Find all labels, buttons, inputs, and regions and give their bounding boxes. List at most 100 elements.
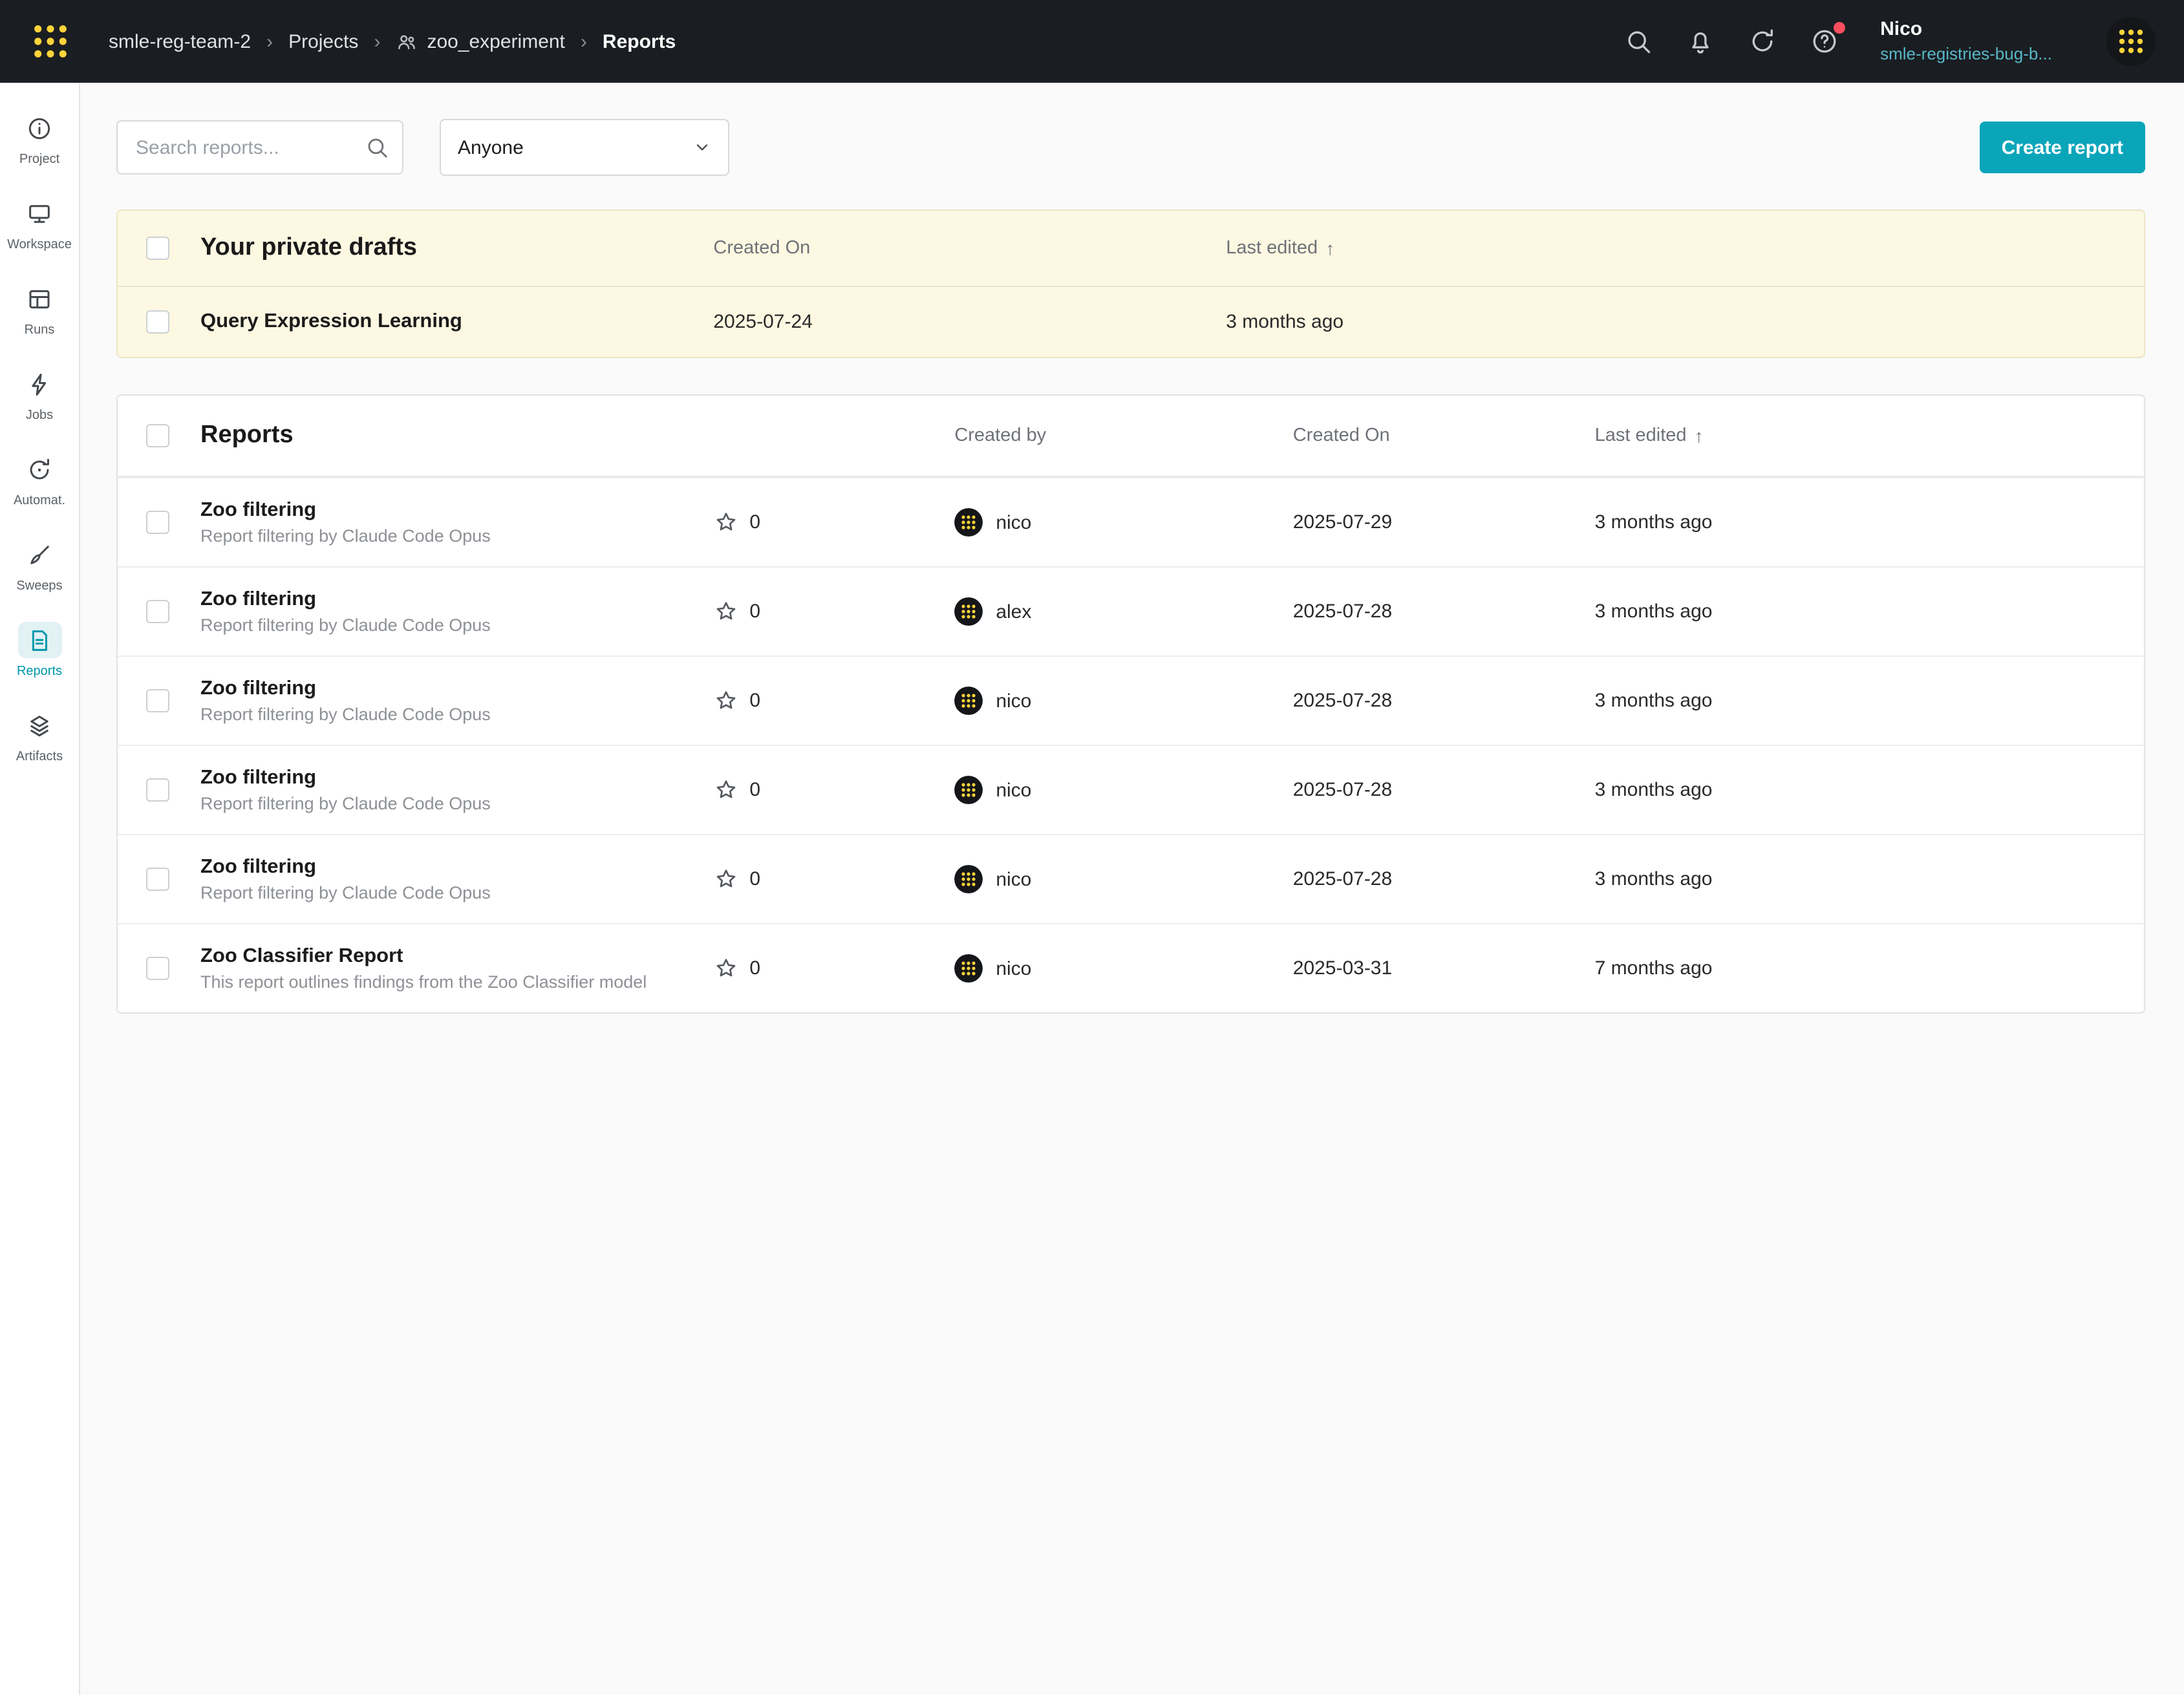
report-created-on: 2025-07-28	[1293, 779, 1392, 801]
topbar-actions: Nico smle-registries-bug-b...	[1624, 17, 2156, 66]
app-root: smle-reg-team-2 › Projects › zoo_experim…	[0, 0, 2184, 1695]
report-title[interactable]: Zoo filtering	[200, 856, 316, 878]
report-author[interactable]: nico	[954, 508, 1031, 537]
report-title[interactable]: Zoo filtering	[200, 499, 316, 521]
breadcrumb-team[interactable]: smle-reg-team-2	[109, 30, 251, 52]
report-last-edited: 3 months ago	[1595, 779, 1713, 801]
sidebar-item-sweeps[interactable]: Sweeps	[0, 522, 79, 608]
author-filter-dropdown[interactable]: Anyone	[440, 119, 729, 176]
report-last-edited: 3 months ago	[1595, 601, 1713, 623]
report-row[interactable]: Zoo filtering Report filtering by Claude…	[118, 566, 2144, 656]
team-people-icon	[396, 30, 418, 52]
reports-column-created-on[interactable]: Created On	[1293, 425, 1390, 446]
report-author[interactable]: nico	[954, 954, 1031, 983]
report-author[interactable]: nico	[954, 865, 1031, 893]
report-stars[interactable]: 0	[713, 688, 760, 713]
wandb-logo-icon[interactable]	[28, 19, 72, 63]
breadcrumb-separator: ›	[581, 30, 587, 52]
search-icon[interactable]	[1624, 27, 1653, 56]
sidebar-item-automations[interactable]: Automat.	[0, 437, 79, 522]
breadcrumb-project[interactable]: zoo_experiment	[396, 30, 564, 52]
user-name: Nico	[1880, 17, 2052, 43]
star-icon	[713, 688, 738, 713]
report-title[interactable]: Zoo filtering	[200, 677, 316, 699]
breadcrumb-current-page[interactable]: Reports	[603, 30, 676, 52]
report-subtitle: Report filtering by Claude Code Opus	[200, 705, 491, 724]
reports-panel: Reports Created by Created On Last edite…	[116, 394, 2145, 1014]
reports-panel-title: Reports	[200, 421, 294, 450]
report-last-edited: 3 months ago	[1595, 868, 1713, 890]
reports-toolbar: Anyone Create report	[116, 119, 2145, 176]
sidebar-item-jobs[interactable]: Jobs	[0, 352, 79, 437]
sidebar-item-artifacts[interactable]: Artifacts	[0, 693, 79, 778]
search-reports-input[interactable]	[116, 120, 403, 175]
sidebar-item-reports[interactable]: Reports	[0, 608, 79, 693]
report-stars[interactable]: 0	[713, 867, 760, 891]
create-report-button[interactable]: Create report	[1980, 122, 2145, 173]
drafts-select-all-checkbox[interactable]	[146, 237, 169, 260]
sidebar-label: Automat.	[14, 494, 65, 508]
report-row-checkbox[interactable]	[146, 957, 169, 980]
report-subtitle: Report filtering by Claude Code Opus	[200, 794, 491, 813]
report-subtitle: Report filtering by Claude Code Opus	[200, 615, 491, 635]
report-subtitle: Report filtering by Claude Code Opus	[200, 883, 491, 902]
sweeps-broom-icon	[17, 537, 61, 573]
report-row-checkbox[interactable]	[146, 511, 169, 534]
sync-refresh-icon[interactable]	[1748, 27, 1777, 56]
report-created-on: 2025-07-28	[1293, 690, 1392, 712]
breadcrumb-projects[interactable]: Projects	[288, 30, 358, 52]
report-row-checkbox[interactable]	[146, 689, 169, 712]
report-stars[interactable]: 0	[713, 510, 760, 535]
report-row[interactable]: Zoo filtering Report filtering by Claude…	[118, 834, 2144, 923]
reports-column-last-edited[interactable]: Last edited ↑	[1595, 425, 1704, 446]
report-author[interactable]: nico	[954, 776, 1031, 804]
report-author[interactable]: alex	[954, 597, 1031, 626]
automations-icon	[17, 451, 61, 487]
main-content: Anyone Create report Your private drafts…	[80, 83, 2184, 1695]
sidebar-label: Workspace	[7, 238, 72, 252]
report-row-checkbox[interactable]	[146, 868, 169, 891]
reports-column-created-by[interactable]: Created by	[954, 425, 1046, 446]
help-icon[interactable]	[1810, 27, 1839, 56]
report-title[interactable]: Zoo filtering	[200, 767, 316, 789]
report-row-checkbox[interactable]	[146, 778, 169, 802]
report-row[interactable]: Zoo filtering Report filtering by Claude…	[118, 477, 2144, 566]
report-last-edited: 3 months ago	[1595, 690, 1713, 712]
report-stars[interactable]: 0	[713, 599, 760, 624]
report-row[interactable]: Zoo filtering Report filtering by Claude…	[118, 656, 2144, 745]
draft-row-checkbox[interactable]	[146, 310, 169, 334]
sidebar-label: Jobs	[26, 409, 53, 423]
reports-document-icon	[17, 622, 61, 658]
report-title[interactable]: Zoo filtering	[200, 588, 316, 610]
report-stars[interactable]: 0	[713, 778, 760, 802]
reports-select-all-checkbox[interactable]	[146, 424, 169, 447]
user-org-link[interactable]: smle-registries-bug-b...	[1880, 43, 2052, 66]
report-title[interactable]: Zoo Classifier Report	[200, 945, 403, 967]
user-avatar[interactable]	[2106, 17, 2156, 66]
drafts-column-created-on[interactable]: Created On	[713, 238, 810, 259]
star-icon	[713, 956, 738, 981]
search-icon	[365, 135, 389, 160]
sidebar-item-workspace[interactable]: Workspace	[0, 181, 79, 266]
report-subtitle: Report filtering by Claude Code Opus	[200, 526, 491, 546]
sidebar-label: Sweeps	[16, 579, 62, 593]
draft-title[interactable]: Query Expression Learning	[200, 310, 462, 332]
chevron-down-icon	[693, 138, 711, 156]
sidebar-item-project[interactable]: Project	[0, 96, 79, 181]
drafts-column-last-edited[interactable]: Last edited ↑	[1226, 238, 1334, 259]
report-stars[interactable]: 0	[713, 956, 760, 981]
star-icon	[713, 867, 738, 891]
sidebar-label: Artifacts	[16, 750, 63, 764]
report-row-checkbox[interactable]	[146, 600, 169, 623]
report-created-on: 2025-03-31	[1293, 957, 1392, 979]
report-author[interactable]: nico	[954, 687, 1031, 715]
wandb-logo-dots	[31, 22, 70, 61]
sidebar-item-runs[interactable]: Runs	[0, 266, 79, 352]
report-row[interactable]: Zoo filtering Report filtering by Claude…	[118, 745, 2144, 834]
sidebar-label: Project	[19, 153, 59, 167]
author-avatar	[954, 865, 983, 893]
runs-table-icon	[17, 281, 61, 317]
draft-row[interactable]: Query Expression Learning 2025-07-24 3 m…	[118, 287, 2144, 357]
report-row[interactable]: Zoo Classifier Report This report outlin…	[118, 923, 2144, 1012]
notifications-bell-icon[interactable]	[1686, 27, 1715, 56]
